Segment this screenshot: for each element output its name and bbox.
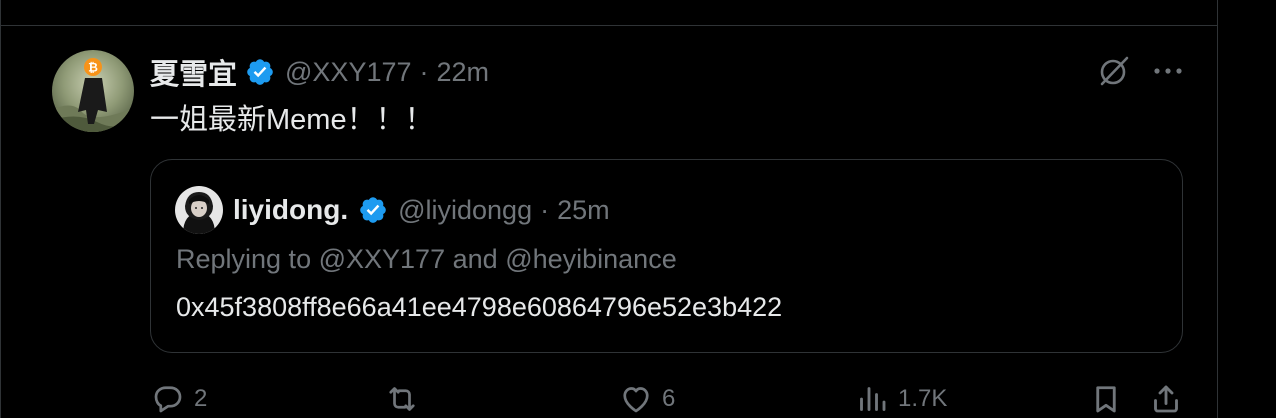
like-button[interactable]: 6	[618, 380, 675, 418]
dot-separator: ·	[419, 56, 429, 87]
replying-joiner: and	[452, 244, 498, 274]
tweet-header: 夏雪宜 @XXY177 · 22m	[150, 52, 489, 92]
grok-icon[interactable]	[1096, 53, 1132, 89]
timeline-border-right	[1217, 0, 1218, 418]
retweet-icon	[389, 387, 415, 411]
timeline-border-left	[0, 0, 1, 418]
bitcoin-head-avatar-icon: ₿	[52, 50, 134, 132]
dot-separator: ·	[540, 194, 550, 225]
quoted-author-display-name: liyidong.	[233, 194, 349, 225]
quoted-tweet-card[interactable]: liyidong. @liyidongg · 25m Replying to @…	[150, 159, 1183, 353]
author-display-name[interactable]: 夏雪宜	[150, 51, 237, 93]
views-chart-icon	[860, 387, 886, 411]
quoted-tweet-header: liyidong. @liyidongg · 25m	[233, 190, 610, 230]
tweet-page: ₿ 夏雪宜 @XXY177 · 22m 一姐最新Meme！！！ liyidong…	[0, 0, 1276, 418]
bookmark-icon	[1096, 386, 1116, 413]
views-count: 1.7K	[898, 385, 948, 412]
author-handle[interactable]: @XXY177	[285, 57, 411, 88]
reply-button[interactable]: 2	[150, 380, 207, 418]
reply-mention[interactable]: @XXY177	[319, 244, 445, 274]
avatar[interactable]: ₿	[52, 50, 134, 132]
heart-icon	[623, 387, 649, 413]
reply-icon	[154, 386, 182, 413]
replying-to-line: Replying to @XXY177 and @heyibinance	[176, 244, 677, 275]
share-button[interactable]	[1148, 380, 1184, 418]
verified-badge-icon	[358, 195, 388, 225]
quoted-avatar	[175, 186, 223, 234]
retweet-button[interactable]	[384, 380, 428, 418]
tweet-text: 一姐最新Meme！！！	[150, 104, 434, 136]
replying-prefix: Replying to	[176, 244, 312, 274]
share-icon	[1154, 385, 1178, 413]
reply-mention[interactable]: @heyibinance	[505, 244, 677, 274]
tweet-time[interactable]: 22m	[437, 57, 490, 88]
like-count: 6	[662, 385, 676, 412]
quoted-tweet-time: 25m	[557, 194, 610, 225]
views-button[interactable]: 1.7K	[854, 380, 947, 418]
quoted-author-handle: @liyidongg	[398, 194, 533, 225]
verified-badge-icon	[245, 57, 275, 87]
divider	[0, 25, 1218, 26]
bookmark-button[interactable]	[1088, 380, 1124, 418]
svg-text:₿: ₿	[88, 61, 98, 75]
more-options-icon[interactable]	[1150, 56, 1186, 86]
reply-count: 2	[194, 385, 208, 412]
quoted-tweet-text: 0x45f3808ff8e66a41ee4798e60864796e52e3b4…	[176, 292, 783, 322]
